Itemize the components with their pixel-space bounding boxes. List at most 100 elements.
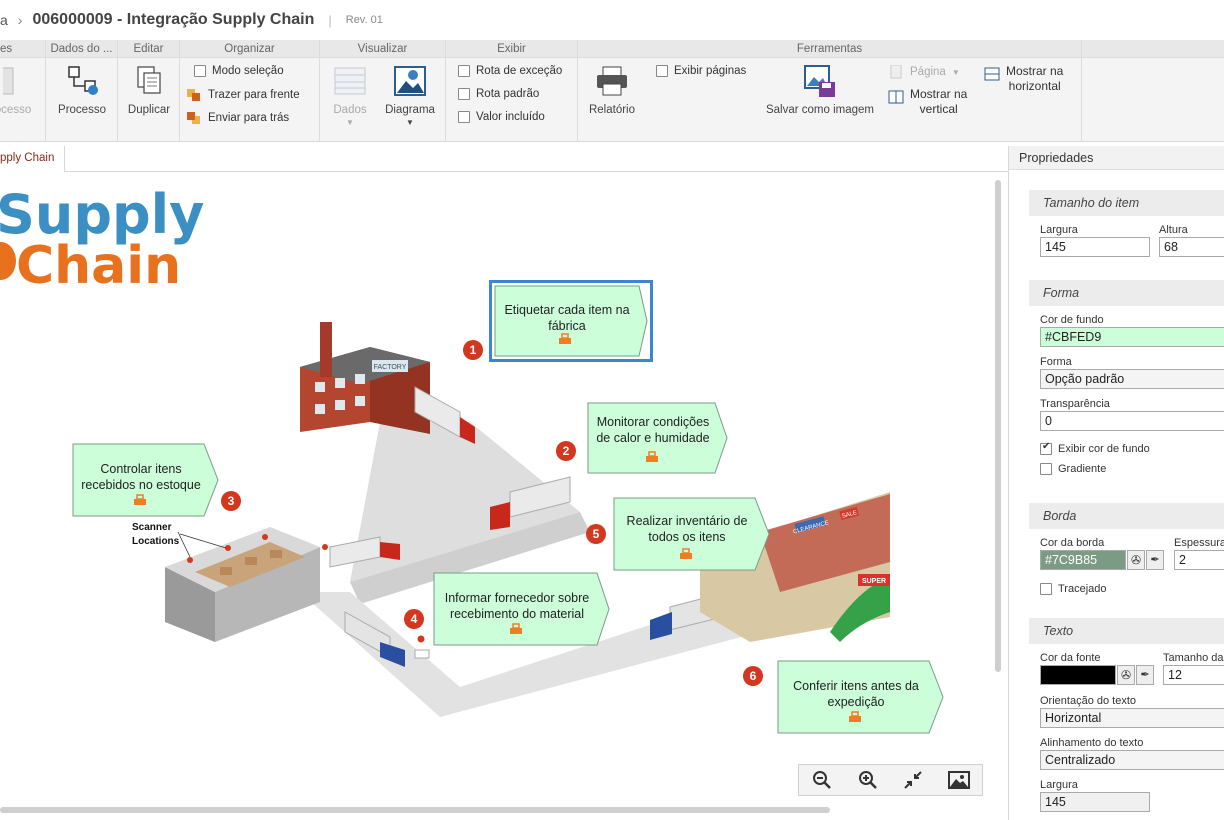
ribbon-group-label: Organizar: [180, 40, 319, 58]
checkbox[interactable]: [1040, 583, 1052, 595]
espessura-input[interactable]: 2: [1174, 550, 1224, 570]
cor-fonte-input[interactable]: [1040, 665, 1116, 685]
page-icon: [888, 64, 904, 79]
forma-select[interactable]: Opção padrão: [1040, 369, 1224, 389]
palette-icon[interactable]: ✇: [1117, 665, 1135, 685]
processo-partial-button[interactable]: ocesso: [0, 64, 40, 116]
checkbox[interactable]: [656, 65, 668, 77]
step-badge-4: 4: [404, 609, 424, 629]
callout-6[interactable]: Conferir itens antes da expedição: [777, 660, 945, 734]
printer-icon: [595, 64, 629, 98]
processo-button[interactable]: Processo: [52, 64, 112, 116]
cor-borda-label: Cor da borda: [1040, 537, 1105, 549]
step-badge-2: 2: [556, 441, 576, 461]
mostrar-horizontal-button[interactable]: Mostrar na horizontal: [984, 64, 1063, 94]
pagina-dropdown[interactable]: Página ▼: [888, 64, 960, 79]
cor-fundo-label: Cor de fundo: [1040, 314, 1104, 326]
orientacao-select[interactable]: Horizontal: [1040, 708, 1224, 728]
callout-3[interactable]: Controlar itens recebidos no estoque: [72, 443, 220, 517]
tracejado-checkbox[interactable]: Tracejado: [1040, 583, 1107, 595]
activity-icon: [132, 493, 148, 509]
eyedropper-icon[interactable]: ✒: [1136, 665, 1154, 685]
breadcrumb-parent[interactable]: a: [0, 12, 8, 28]
altura-input[interactable]: 68: [1159, 237, 1224, 257]
callout-text: Controlar itens recebidos no estoque: [81, 462, 201, 492]
image-icon: [393, 64, 427, 98]
diagram-canvas[interactable]: Supply Chain FACTORY Scanner Locations C…: [0, 172, 1008, 820]
modo-selecao-checkbox[interactable]: Modo seleção: [194, 65, 284, 77]
horizontal-scrollbar[interactable]: [0, 807, 830, 813]
checkbox[interactable]: [458, 65, 470, 77]
callout-1-selected[interactable]: Etiquetar cada item na fábrica: [489, 280, 653, 362]
callout-5[interactable]: Realizar inventário de todos os itens: [613, 497, 771, 571]
bring-to-front-icon: [186, 88, 202, 102]
step-badge-6: 6: [743, 666, 763, 686]
altura-label: Altura: [1159, 224, 1188, 236]
alinhamento-label: Alinhamento do texto: [1040, 737, 1144, 749]
largura-input[interactable]: 145: [1040, 237, 1150, 257]
zoom-in-icon: [858, 771, 877, 789]
tab-supply-chain[interactable]: pply Chain: [0, 146, 66, 172]
cor-fundo-input[interactable]: #CBFED9: [1040, 327, 1224, 347]
trazer-frente-button[interactable]: Trazer para frente: [186, 88, 300, 102]
section-texto[interactable]: Texto: [1029, 618, 1224, 644]
forma-label: Forma: [1040, 356, 1072, 368]
ribbon-group-partial: es ocesso: [0, 40, 46, 142]
orientacao-label: Orientação do texto: [1040, 695, 1137, 707]
section-forma[interactable]: Forma: [1029, 280, 1224, 306]
relatorio-button[interactable]: Relatório: [584, 64, 640, 116]
diagrama-dropdown[interactable]: Diagrama ▼: [382, 64, 438, 127]
duplicar-button[interactable]: Duplicar: [122, 64, 176, 116]
mostrar-vertical-button[interactable]: Mostrar na vertical: [888, 87, 967, 117]
process-flow-icon: [65, 64, 99, 98]
dados-dropdown[interactable]: Dados ▼: [328, 64, 372, 127]
callout-text: Monitorar condições de calor e humidade: [596, 415, 710, 445]
exibir-cor-fundo-checkbox[interactable]: Exibir cor de fundo: [1040, 441, 1150, 455]
step-badge-5: 5: [586, 524, 606, 544]
ribbon-group-empty: [1082, 40, 1224, 142]
tamanho-fonte-input[interactable]: 12: [1163, 665, 1224, 685]
ribbon-group-exibir: Exibir Rota de exceção Rota padrão Valor…: [446, 40, 578, 142]
largura-texto-label: Largura: [1040, 779, 1078, 791]
alinhamento-select[interactable]: Centralizado: [1040, 750, 1224, 770]
section-tamanho[interactable]: Tamanho do item: [1029, 190, 1224, 216]
ribbon-group-label: es: [0, 40, 45, 58]
tamanho-fonte-label: Tamanho da: [1163, 652, 1224, 664]
rota-padrao-checkbox[interactable]: Rota padrão: [458, 88, 539, 100]
revision-label: Rev. 01: [345, 14, 383, 26]
exibir-paginas-checkbox[interactable]: Exibir páginas: [656, 65, 746, 77]
callout-text: Conferir itens antes da expedição: [793, 679, 919, 709]
section-borda[interactable]: Borda: [1029, 503, 1224, 529]
valor-incluido-checkbox[interactable]: Valor incluído: [458, 111, 545, 123]
enviar-tras-button[interactable]: Enviar para trás: [186, 111, 289, 125]
checkbox[interactable]: [458, 111, 470, 123]
horizontal-layout-icon: [984, 67, 1000, 81]
scanner-label-2: Locations: [132, 536, 180, 547]
checkbox[interactable]: [1040, 441, 1052, 455]
properties-panel: Propriedades Tamanho do item Largura 145…: [1008, 146, 1224, 820]
ribbon-group-visualizar: Visualizar Dados ▼ Diagrama ▼: [320, 40, 446, 142]
cor-borda-input[interactable]: #7C9B85: [1040, 550, 1126, 570]
image-icon: [948, 771, 971, 789]
palette-icon[interactable]: ✇: [1127, 550, 1145, 570]
transparencia-input[interactable]: 0: [1040, 411, 1224, 431]
callout-4[interactable]: Informar fornecedor sobre recebimento do…: [433, 572, 611, 646]
fit-screen-button[interactable]: [900, 767, 926, 793]
salvar-imagem-button[interactable]: Salvar como imagem: [764, 64, 876, 116]
checkbox[interactable]: [1040, 463, 1052, 475]
callout-2[interactable]: Monitorar condições de calor e humidade: [587, 402, 729, 474]
vertical-scrollbar[interactable]: [995, 180, 1001, 672]
checkbox[interactable]: [194, 65, 206, 77]
largura-texto-input[interactable]: 145: [1040, 792, 1150, 812]
export-image-button[interactable]: [946, 767, 972, 793]
warehouse-building: [165, 527, 328, 642]
rota-excecao-checkbox[interactable]: Rota de exceção: [458, 65, 562, 77]
zoom-toolbar: [798, 764, 983, 796]
step-badge-3: 3: [221, 491, 241, 511]
eyedropper-icon[interactable]: ✒: [1146, 550, 1164, 570]
location-pin-icon: [417, 635, 425, 643]
zoom-out-button[interactable]: [809, 767, 835, 793]
gradiente-checkbox[interactable]: Gradiente: [1040, 463, 1106, 475]
zoom-in-button[interactable]: [855, 767, 881, 793]
checkbox[interactable]: [458, 88, 470, 100]
